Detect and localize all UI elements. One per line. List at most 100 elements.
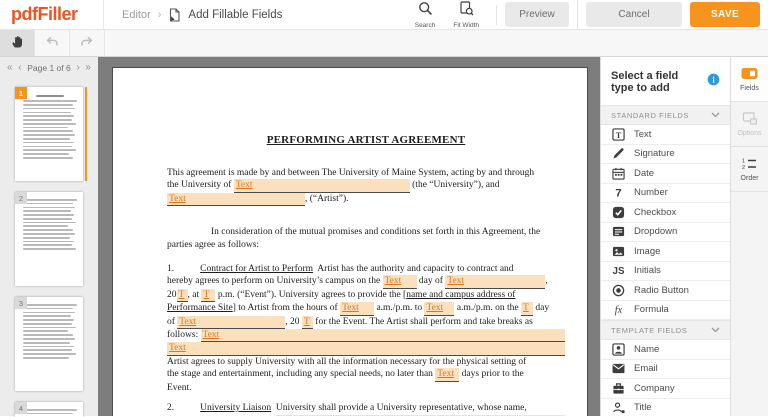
field-type-signature[interactable]: Signature (601, 145, 730, 164)
field-label: T (203, 289, 210, 300)
breadcrumb-current: Add Fillable Fields (188, 8, 283, 21)
info-icon[interactable]: i (707, 73, 720, 91)
fillable-text-field[interactable]: T (201, 288, 216, 303)
document-text: a.m./p.m. to (374, 303, 425, 314)
right-rail: Fields Options 1 2 Order (730, 57, 768, 416)
document-viewer[interactable]: PERFORMING ARTIST AGREEMENT This agreeme… (98, 57, 600, 416)
document-line: Text , (“Artist”). (167, 192, 565, 207)
field-type-name[interactable]: Name (601, 340, 730, 360)
fillable-text-field[interactable]: Text (167, 342, 565, 356)
page-thumbnail-1[interactable]: 1 (15, 87, 87, 181)
field-type-label: Radio Button (634, 284, 689, 296)
redo-button[interactable] (70, 30, 105, 56)
undo-button[interactable] (35, 30, 70, 56)
document-line: Event. (167, 382, 565, 394)
rail-tab-order[interactable]: 1 2 Order (731, 147, 768, 192)
field-type-date[interactable]: Date (601, 164, 730, 184)
fillable-text-field[interactable]: Text (435, 368, 460, 382)
field-type-company[interactable]: Company (601, 379, 730, 399)
fillable-text-field[interactable]: Text (275, 414, 565, 417)
prev-page-button[interactable]: ‹ (18, 63, 21, 73)
field-type-text[interactable]: T Text (601, 125, 730, 145)
field-type-initials[interactable]: JS Initials (601, 262, 730, 281)
svg-text:7: 7 (615, 188, 621, 199)
fillable-text-field[interactable]: Text (340, 302, 375, 316)
document-line: of Text , 20 T for the Event. The Artist … (167, 315, 565, 330)
search-button[interactable]: Search (415, 1, 435, 29)
document-text: This agreement is made by and between Th… (167, 168, 535, 178)
sidebar-title: Select a field type to add (611, 70, 679, 94)
field-type-label: Title (634, 402, 652, 414)
editor-toolbar (0, 30, 768, 57)
document-line: title, and phone number are Text (167, 414, 565, 417)
breadcrumb: Editor › Add Fillable Fields (104, 7, 283, 22)
field-type-checkbox[interactable]: Checkbox (601, 203, 730, 223)
redo-icon (79, 35, 95, 52)
document-body: This agreement is made by and between Th… (167, 167, 565, 416)
field-type-email[interactable]: Email (601, 360, 730, 379)
pan-tool-button[interactable] (0, 30, 35, 56)
fillable-text-field[interactable]: Text (382, 275, 417, 289)
preview-button[interactable]: Preview (505, 2, 569, 27)
fillable-text-field[interactable]: Text (233, 179, 410, 193)
save-button[interactable]: SAVE (690, 2, 760, 27)
field-type-title[interactable]: Title (601, 399, 730, 417)
document-text: the University of (167, 180, 234, 191)
company-icon (611, 381, 626, 395)
fillable-text-field[interactable]: T (301, 315, 313, 330)
svg-text:1: 1 (742, 158, 745, 164)
fillable-text-field[interactable]: Text (424, 302, 455, 316)
sidebar-title-row: Select a field type to add i (601, 57, 730, 105)
field-type-formula[interactable]: fx Formula (601, 301, 730, 320)
chevron-right-icon: › (157, 8, 162, 21)
field-label: T (178, 289, 185, 300)
field-label: T (303, 316, 310, 327)
rail-tab-fields[interactable]: Fields (731, 57, 768, 102)
document-line: 1. Contract for Artist to Perform Artist … (167, 263, 565, 275)
page-thumbnail-4[interactable]: 4 (15, 402, 83, 417)
field-type-label: Text (634, 128, 652, 140)
field-type-label: Image (634, 245, 661, 257)
document-page[interactable]: PERFORMING ARTIST AGREEMENT This agreeme… (112, 67, 588, 416)
document-text: , 20 (285, 316, 302, 327)
last-page-button[interactable]: » (85, 63, 91, 73)
field-label: Text (202, 330, 220, 341)
fillable-text-field[interactable]: Text (445, 275, 546, 289)
document-text: 1. (167, 264, 175, 275)
first-page-button[interactable]: « (7, 63, 13, 73)
fillable-text-field[interactable]: T (176, 288, 188, 303)
fillable-text-field[interactable]: Text (177, 315, 286, 330)
field-type-label: Checkbox (634, 206, 677, 218)
document-text: Event. (167, 382, 192, 393)
radio-icon (611, 283, 626, 297)
fillable-text-field[interactable]: T (520, 302, 533, 316)
app-logo[interactable]: pdfFiller (0, 0, 104, 29)
document-text: 2. (167, 403, 175, 414)
section-header-template-fields[interactable]: TEMPLATE FIELDS (601, 320, 730, 340)
document-line: hereby agrees to perform on University’s… (167, 275, 565, 289)
next-page-button[interactable]: › (76, 63, 79, 73)
field-label: Text (169, 343, 186, 354)
field-type-dropdown[interactable]: Dropdown (601, 223, 730, 242)
field-label: Text (447, 276, 465, 287)
fit-width-icon (459, 0, 474, 21)
field-type-image[interactable]: Image (601, 242, 730, 262)
page-thumbnail-2[interactable]: 2 (15, 192, 83, 286)
section-header-standard-fields[interactable]: STANDARD FIELDS (601, 105, 730, 125)
document-text: Artist has the authority and capacity to… (313, 264, 514, 275)
field-type-label: Initials (634, 265, 661, 277)
fit-width-button[interactable]: Fit Width (453, 0, 479, 29)
document-edit-icon (168, 7, 181, 22)
rail-tab-options: Options (731, 102, 768, 147)
chevron-down-icon (711, 111, 720, 120)
field-label: Text (278, 416, 295, 417)
fit-width-label: Fit Width (453, 21, 479, 29)
fillable-text-field[interactable]: Text (167, 192, 305, 207)
document-text: ] to Artist from the hours of (232, 303, 341, 314)
page-thumbnail-3[interactable]: 3 (15, 297, 83, 391)
field-type-number[interactable]: 7 Number (601, 184, 730, 203)
breadcrumb-editor[interactable]: Editor (122, 9, 151, 21)
cancel-button[interactable]: Cancel (586, 2, 682, 27)
fillable-text-field[interactable]: Text (200, 329, 565, 343)
field-type-radio[interactable]: Radio Button (601, 281, 730, 301)
